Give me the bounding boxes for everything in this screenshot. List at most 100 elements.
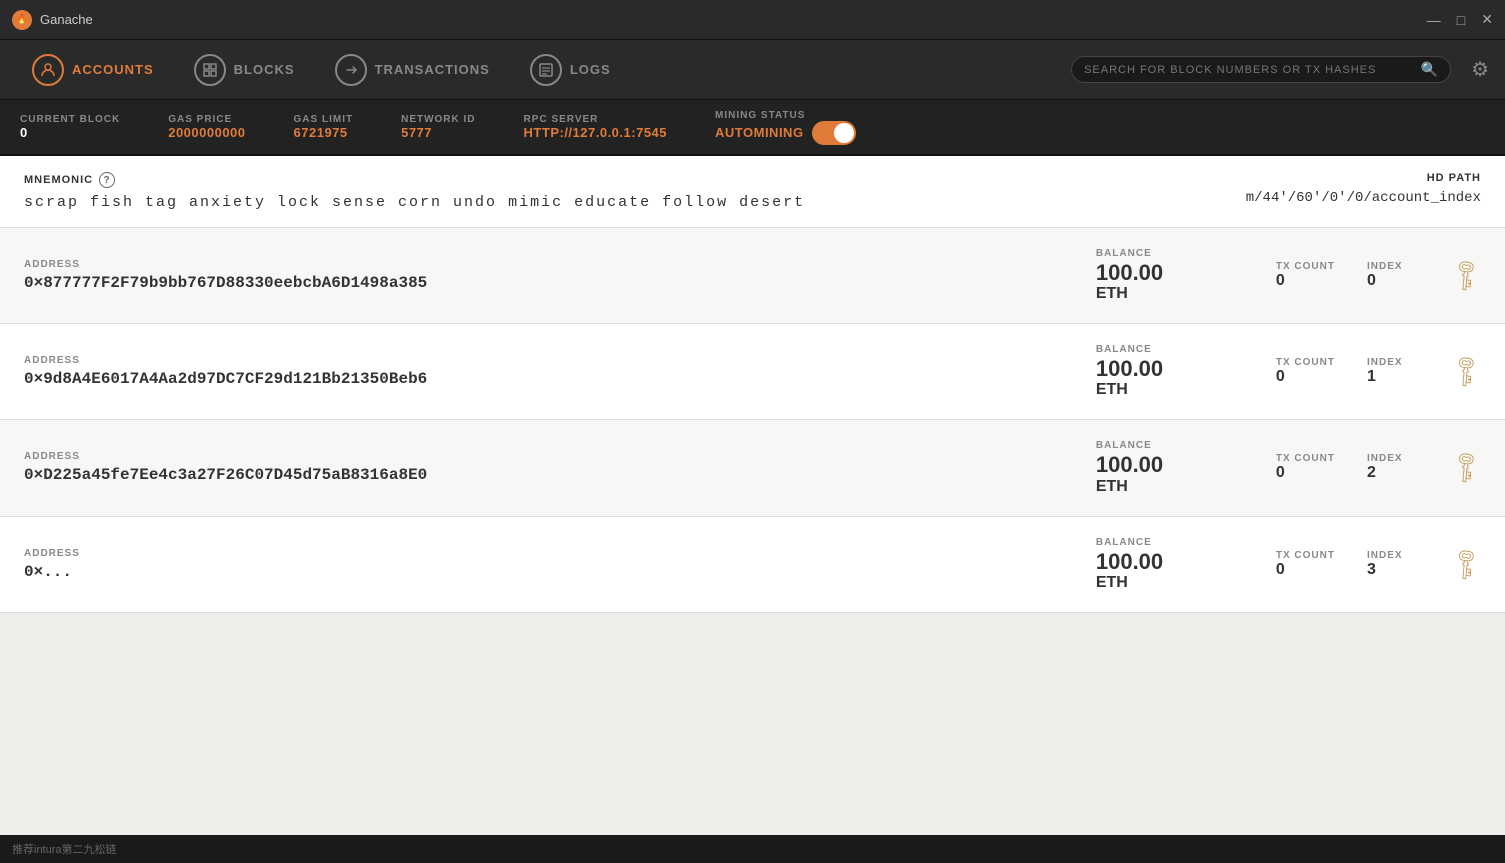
account-address-3: 0×...	[24, 563, 1096, 581]
index-label-2: INDEX	[1367, 453, 1403, 464]
gas-limit-label: GAS LIMIT	[294, 114, 354, 125]
hdpath-label: HD PATH	[1246, 172, 1481, 184]
account-balance-section-2: BALANCE 100.00 ETH	[1096, 440, 1276, 495]
transactions-icon	[335, 54, 367, 86]
app-title: Ganache	[40, 12, 1427, 27]
top-navigation: ACCOUNTS BLOCKS TRANSACTIONS LOG	[0, 40, 1505, 100]
nav-transactions[interactable]: TRANSACTIONS	[319, 48, 506, 92]
tx-count-label-3: TX COUNT	[1276, 550, 1335, 561]
mnemonic-left: MNEMONIC ? scrap fish tag anxiety lock s…	[24, 172, 805, 211]
nav-logs[interactable]: LOGS	[514, 48, 627, 92]
mnemonic-words: scrap fish tag anxiety lock sense corn u…	[24, 194, 805, 211]
account-balance-1: 100.00	[1096, 357, 1276, 381]
account-left-1: ADDRESS 0×9d8A4E6017A4Aa2d97DC7CF29d121B…	[24, 355, 1096, 388]
gas-limit-value: 6721975	[294, 125, 354, 140]
index-item-2: INDEX 2	[1367, 453, 1403, 482]
main-content: MNEMONIC ? scrap fish tag anxiety lock s…	[0, 156, 1505, 863]
index-value-2: 2	[1367, 464, 1403, 482]
key-icon-0[interactable]: 🗝	[1445, 255, 1487, 297]
rpc-server-stat: RPC SERVER HTTP://127.0.0.1:7545	[524, 114, 667, 140]
toggle-knob	[834, 123, 854, 143]
tx-count-item-1: TX COUNT 0	[1276, 357, 1335, 386]
current-block-label: CURRENT BLOCK	[20, 114, 120, 125]
index-item-3: INDEX 3	[1367, 550, 1403, 579]
blocks-label: BLOCKS	[234, 62, 295, 77]
key-icon-2[interactable]: 🗝	[1445, 447, 1487, 489]
nav-accounts[interactable]: ACCOUNTS	[16, 48, 170, 92]
account-address-1: 0×9d8A4E6017A4Aa2d97DC7CF29d121Bb21350Be…	[24, 370, 1096, 388]
transactions-label: TRANSACTIONS	[375, 62, 490, 77]
account-row-3: ADDRESS 0×... BALANCE 100.00 ETH TX COUN…	[0, 517, 1505, 613]
rpc-server-label: RPC SERVER	[524, 114, 667, 125]
search-bar: 🔍	[1071, 56, 1451, 83]
balance-label-0: BALANCE	[1096, 248, 1276, 259]
tx-count-value-3: 0	[1276, 561, 1335, 579]
mining-status-container: AUTOMINING	[715, 121, 856, 145]
account-eth-3: ETH	[1096, 574, 1276, 592]
tx-count-item-3: TX COUNT 0	[1276, 550, 1335, 579]
account-meta-0: TX COUNT 0 INDEX 0 🗝	[1276, 261, 1481, 290]
search-icon: 🔍	[1421, 61, 1438, 78]
tx-count-item-2: TX COUNT 0	[1276, 453, 1335, 482]
search-input[interactable]	[1084, 64, 1421, 76]
key-icon-1[interactable]: 🗝	[1445, 351, 1487, 393]
hdpath-value: m/44'/60'/0'/0/account_index	[1246, 190, 1481, 206]
gas-price-label: GAS PRICE	[168, 114, 245, 125]
index-item-0: INDEX 0	[1367, 261, 1403, 290]
balance-label-2: BALANCE	[1096, 440, 1276, 451]
account-left-2: ADDRESS 0×D225a45fe7Ee4c3a27F26C07D45d75…	[24, 451, 1096, 484]
address-label-1: ADDRESS	[24, 355, 1096, 366]
app-logo: 🔥	[12, 10, 32, 30]
maximize-button[interactable]: □	[1457, 11, 1465, 28]
settings-button[interactable]: ⚙	[1471, 57, 1489, 82]
nav-blocks[interactable]: BLOCKS	[178, 48, 311, 92]
account-row-0: ADDRESS 0×877777F2F79b9bb767D88330eebcbA…	[0, 228, 1505, 324]
tx-count-value-2: 0	[1276, 464, 1335, 482]
blocks-icon	[194, 54, 226, 86]
accounts-icon	[32, 54, 64, 86]
index-value-0: 0	[1367, 272, 1403, 290]
index-label-0: INDEX	[1367, 261, 1403, 272]
mnemonic-help-icon[interactable]: ?	[99, 172, 115, 188]
gas-price-stat: GAS PRICE 2000000000	[168, 114, 245, 140]
window-controls: — □ ✕	[1427, 11, 1493, 28]
address-label-0: ADDRESS	[24, 259, 1096, 270]
gas-limit-stat: GAS LIMIT 6721975	[294, 114, 354, 140]
mnemonic-label-row: MNEMONIC ?	[24, 172, 805, 188]
balance-label-1: BALANCE	[1096, 344, 1276, 355]
account-meta-3: TX COUNT 0 INDEX 3 🗝	[1276, 550, 1481, 579]
gas-price-value: 2000000000	[168, 125, 245, 140]
account-balance-3: 100.00	[1096, 550, 1276, 574]
account-balance-section-1: BALANCE 100.00 ETH	[1096, 344, 1276, 399]
logs-label: LOGS	[570, 62, 611, 77]
accounts-list: ADDRESS 0×877777F2F79b9bb767D88330eebcbA…	[0, 228, 1505, 613]
account-address-0: 0×877777F2F79b9bb767D88330eebcbA6D1498a3…	[24, 274, 1096, 292]
network-id-stat: NETWORK ID 5777	[401, 114, 475, 140]
index-value-1: 1	[1367, 368, 1403, 386]
mnemonic-section: MNEMONIC ? scrap fish tag anxiety lock s…	[0, 156, 1505, 228]
titlebar: 🔥 Ganache — □ ✕	[0, 0, 1505, 40]
account-left-0: ADDRESS 0×877777F2F79b9bb767D88330eebcbA…	[24, 259, 1096, 292]
statusbar: CURRENT BLOCK 0 GAS PRICE 2000000000 GAS…	[0, 100, 1505, 156]
index-item-1: INDEX 1	[1367, 357, 1403, 386]
account-balance-section-0: BALANCE 100.00 ETH	[1096, 248, 1276, 303]
tx-count-label-1: TX COUNT	[1276, 357, 1335, 368]
minimize-button[interactable]: —	[1427, 11, 1441, 28]
tx-count-value-1: 0	[1276, 368, 1335, 386]
tx-count-value-0: 0	[1276, 272, 1335, 290]
mining-toggle[interactable]	[812, 121, 856, 145]
account-row-2: ADDRESS 0×D225a45fe7Ee4c3a27F26C07D45d75…	[0, 420, 1505, 516]
key-icon-3[interactable]: 🗝	[1445, 543, 1487, 585]
balance-label-3: BALANCE	[1096, 537, 1276, 548]
account-balance-2: 100.00	[1096, 453, 1276, 477]
account-row-1: ADDRESS 0×9d8A4E6017A4Aa2d97DC7CF29d121B…	[0, 324, 1505, 420]
mining-status-stat: MINING STATUS AUTOMINING	[715, 110, 856, 145]
close-button[interactable]: ✕	[1481, 11, 1493, 28]
account-eth-0: ETH	[1096, 285, 1276, 303]
account-address-2: 0×D225a45fe7Ee4c3a27F26C07D45d75aB8316a8…	[24, 466, 1096, 484]
account-meta-1: TX COUNT 0 INDEX 1 🗝	[1276, 357, 1481, 386]
mnemonic-right: HD PATH m/44'/60'/0'/0/account_index	[1246, 172, 1481, 206]
network-id-label: NETWORK ID	[401, 114, 475, 125]
current-block-value: 0	[20, 125, 120, 140]
rpc-server-value: HTTP://127.0.0.1:7545	[524, 125, 667, 140]
